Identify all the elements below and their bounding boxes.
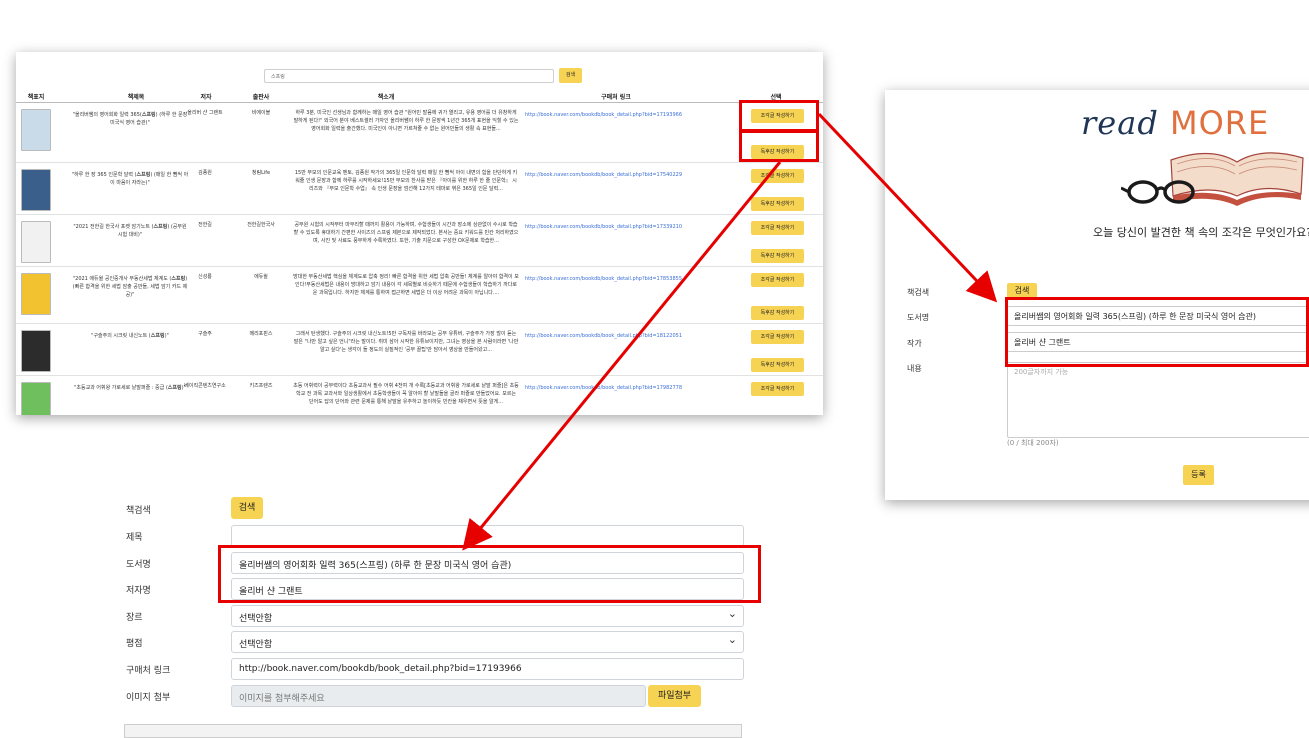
arrow-to-readmore bbox=[817, 112, 998, 303]
annotation-arrows bbox=[462, 112, 998, 551]
arrow-to-form bbox=[462, 161, 782, 551]
